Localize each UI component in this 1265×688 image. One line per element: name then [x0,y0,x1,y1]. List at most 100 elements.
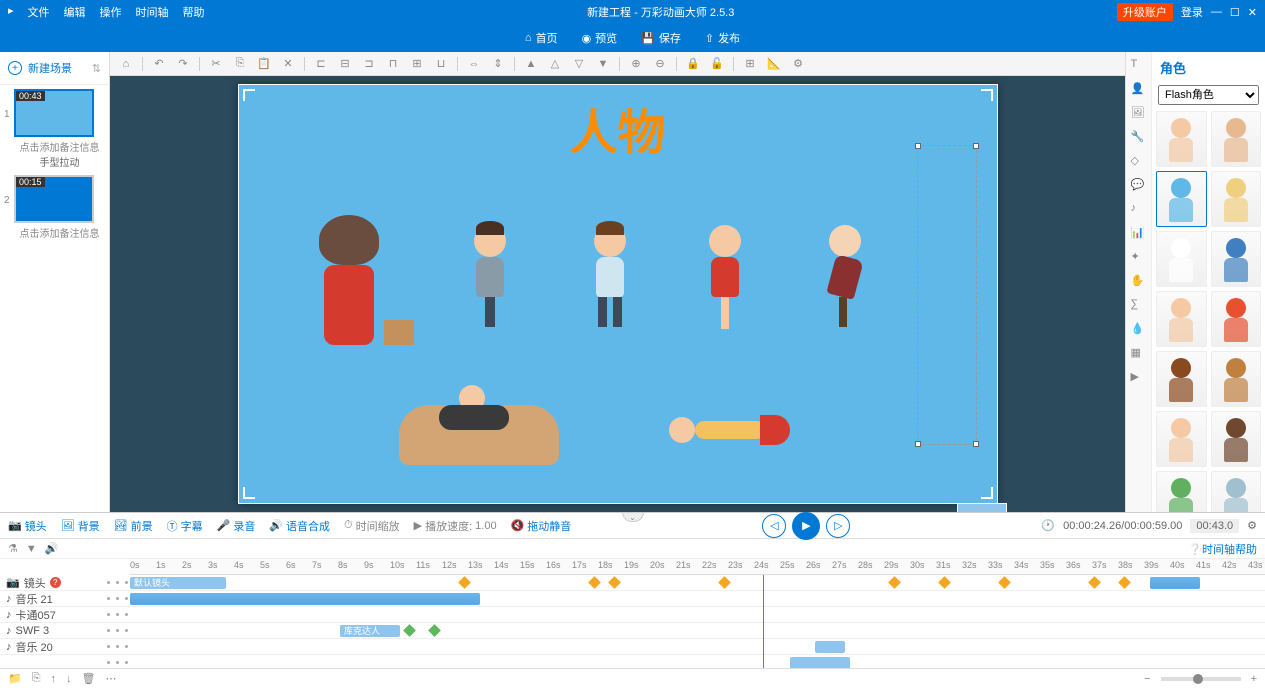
toolbar-home-icon[interactable]: ⌂ [118,56,134,72]
align-center-icon[interactable]: ⊟ [337,56,353,72]
track-5[interactable] [0,655,1265,668]
character-thumb-11[interactable] [1211,411,1262,467]
menu-edit[interactable]: 编辑 [64,4,86,20]
filter-icon[interactable]: ⚗ [8,542,18,555]
unlock-icon[interactable]: 🔓 [709,56,725,72]
align-bottom-icon[interactable]: ⊔ [433,56,449,72]
keyframe[interactable] [458,576,471,589]
keyframe[interactable] [998,576,1011,589]
layer-up-icon[interactable]: △ [547,56,563,72]
track-4[interactable]: ♪音乐 20 [0,639,1265,655]
timeline-ruler[interactable]: 0s1s2s3s4s5s6s7s8s9s10s11s12s13s14s15s16… [130,559,1265,575]
character-tool-icon[interactable]: 👤 [1131,82,1147,98]
tl-subtitle-button[interactable]: Ⓣ字幕 [167,518,203,534]
more-icon[interactable]: ⋯ [105,672,116,685]
grid-icon[interactable]: ⊞ [742,56,758,72]
upgrade-button[interactable]: 升级账户 [1117,3,1173,21]
zoom-slider[interactable] [1161,677,1241,681]
zoom-in-icon[interactable]: ⊕ [628,56,644,72]
up-icon[interactable]: ↑ [51,673,57,685]
swf-tool-icon[interactable]: ▦ [1131,346,1147,362]
clip[interactable] [130,593,480,605]
character-thumb-9[interactable] [1211,351,1262,407]
close-icon[interactable]: ✕ [1248,6,1257,19]
dist-v-icon[interactable]: ⇕ [490,56,506,72]
align-top-icon[interactable]: ⊓ [385,56,401,72]
ruler-icon[interactable]: 📐 [766,56,782,72]
copy-icon[interactable]: ⎘ [232,56,248,72]
login-button[interactable]: 登录 [1181,4,1203,20]
zoom-out-icon[interactable]: ⊖ [652,56,668,72]
tl-tts-button[interactable]: 🔊语音合成 [269,518,330,534]
tl-bg-button[interactable]: 🖼背景 [61,518,100,534]
cut-icon[interactable]: ✂ [208,56,224,72]
tl-timescale-button[interactable]: ⏱时间缩放 [344,518,400,534]
publish-button[interactable]: ⇧发布 [695,27,750,49]
undo-icon[interactable]: ↶ [151,56,167,72]
character-thumb-12[interactable] [1156,471,1207,512]
keyframe[interactable] [608,576,621,589]
clip[interactable] [790,657,850,668]
keyframe[interactable] [938,576,951,589]
character-bull[interactable] [319,215,379,345]
playhead[interactable] [763,575,764,668]
callout-tool-icon[interactable]: 💬 [1131,178,1147,194]
character-woman1[interactable] [709,225,741,329]
track-1[interactable]: ♪音乐 21 [0,591,1265,607]
video-tool-icon[interactable]: ▶ [1131,370,1147,386]
keyframe[interactable] [403,624,416,637]
shape-tool-icon[interactable]: ◇ [1131,154,1147,170]
scene-thumb-2[interactable]: 200:15点击添加备注信息✎⎘⊞✕ [4,175,105,240]
clip[interactable] [815,641,845,653]
character-thumb-10[interactable] [1156,411,1207,467]
minimap[interactable] [957,503,1007,512]
paste-icon[interactable]: 📋 [256,56,272,72]
image-tool-icon[interactable]: 🖼 [1131,106,1147,122]
clip[interactable]: 默认镜头 [130,577,226,589]
props-tool-icon[interactable]: 🔧 [1131,130,1147,146]
keyframe[interactable] [718,576,731,589]
filter2-icon[interactable]: ▼ [26,543,37,555]
character-thumb-8[interactable] [1156,351,1207,407]
zoom-timeline-out-icon[interactable]: − [1144,673,1150,685]
track-3[interactable]: ♪SWF 3库克达人 [0,623,1265,639]
character-thumb-3[interactable] [1211,171,1262,227]
hand-tool-icon[interactable]: ✋ [1131,274,1147,290]
trash-icon[interactable]: 🗑 [82,672,96,685]
character-sofa-woman[interactable] [399,405,559,465]
character-thumb-6[interactable] [1156,291,1207,347]
lock-icon[interactable]: 🔒 [685,56,701,72]
copy2-icon[interactable]: ⎘ [32,672,41,685]
keyframe[interactable] [1118,576,1131,589]
layer-back-icon[interactable]: ▼ [595,56,611,72]
music-tool-icon[interactable]: ♪ [1131,202,1147,218]
timeline-help-link[interactable]: ❔时间轴帮助 [1188,541,1257,557]
character-man2[interactable] [594,225,626,327]
folder-icon[interactable]: 📁 [8,672,22,685]
settings-icon[interactable]: ⚙ [790,56,806,72]
character-thumb-0[interactable] [1156,111,1207,167]
redo-icon[interactable]: ↷ [175,56,191,72]
delete-icon[interactable]: ✕ [280,56,296,72]
preview-button[interactable]: ◉预览 [572,27,628,49]
character-superhero[interactable] [669,415,790,445]
track-2[interactable]: ♪卡通057 [0,607,1265,623]
keyframe[interactable] [588,576,601,589]
play-button[interactable]: ▶ [792,512,820,540]
character-thumb-5[interactable] [1211,231,1262,287]
sound-toggle-icon[interactable]: 🔊 [45,542,59,555]
clip[interactable]: 库克达人 [340,625,400,637]
character-thumb-2[interactable] [1156,171,1207,227]
menu-timeline[interactable]: 时间轴 [136,4,169,20]
align-middle-icon[interactable]: ⊞ [409,56,425,72]
stage[interactable]: 人物 [238,84,998,504]
track-0[interactable]: 📷镜头?默认镜头 [0,575,1265,591]
marker-time[interactable]: 00:43.0 [1190,519,1239,533]
align-left-icon[interactable]: ⊏ [313,56,329,72]
tl-fg-button[interactable]: 🏞前景 [114,518,153,534]
zoom-timeline-in-icon[interactable]: + [1251,673,1257,685]
stage-title-text[interactable]: 人物 [239,85,997,163]
character-thumb-7[interactable] [1211,291,1262,347]
character-thumb-4[interactable] [1156,231,1207,287]
character-oldman[interactable] [829,225,861,327]
